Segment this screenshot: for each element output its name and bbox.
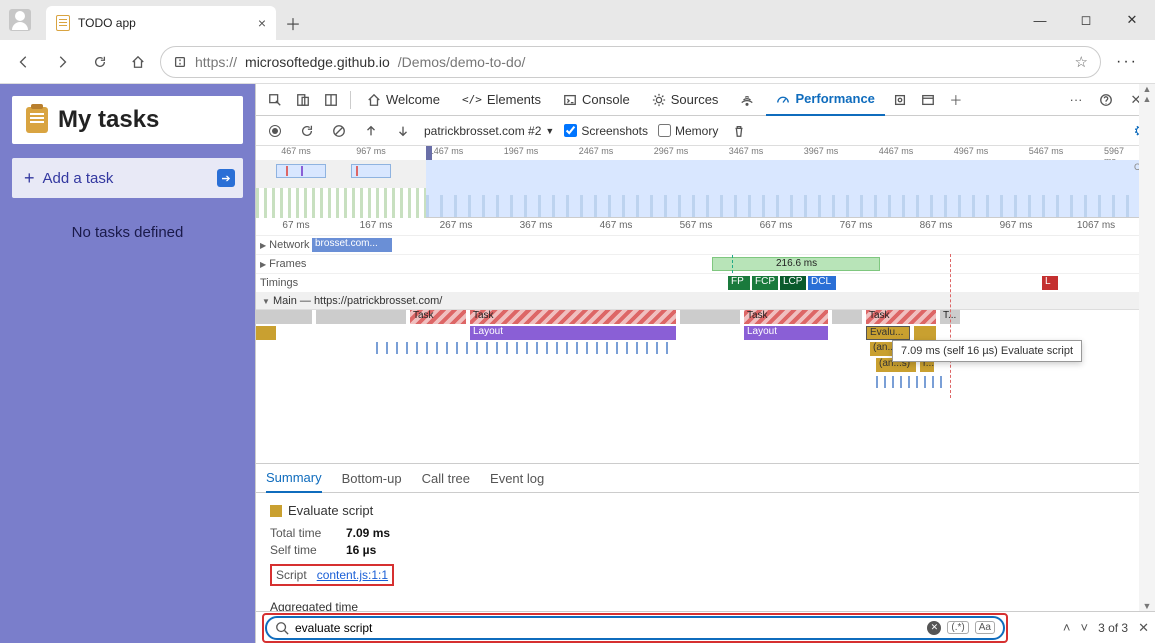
browser-titlebar: TODO app × ＋ — ◻ ✕ — [0, 0, 1155, 40]
search-input[interactable] — [295, 621, 921, 635]
window-maximize-button[interactable]: ◻ — [1063, 0, 1109, 40]
tab-title: TODO app — [78, 16, 250, 30]
case-toggle[interactable]: Aa — [975, 621, 995, 634]
devtools-panel: Welcome </>Elements Console Sources Perf… — [255, 84, 1155, 643]
search-icon — [275, 621, 289, 635]
back-button[interactable] — [8, 46, 40, 78]
devtools-help-icon[interactable] — [1093, 87, 1119, 113]
search-next-button[interactable]: ˅ — [1080, 620, 1088, 635]
search-close-button[interactable]: ✕ — [1138, 620, 1149, 636]
frames-track[interactable]: ▶Frames 216.6 ms — [256, 255, 1155, 274]
summary-tabstrip: Summary Bottom-up Call tree Event log — [256, 463, 1155, 493]
frame-bar[interactable]: 216.6 ms — [712, 257, 880, 271]
tab-summary[interactable]: Summary — [266, 463, 322, 493]
url-field[interactable]: https:// microsoftedge.github.io/Demos/de… — [160, 46, 1101, 78]
search-field-wrapper: ✕ (.*) Aa — [265, 616, 1005, 640]
tab-memory-icon[interactable] — [887, 87, 913, 113]
address-bar: https:// microsoftedge.github.io/Demos/de… — [0, 40, 1155, 84]
regex-toggle[interactable]: (.*) — [947, 621, 968, 634]
main-thread-label[interactable]: ▼ Main — https://patrickbrosset.com/ — [256, 293, 1155, 310]
home-button[interactable] — [122, 46, 154, 78]
tab-close-icon[interactable]: × — [258, 15, 266, 31]
tab-bottom-up[interactable]: Bottom-up — [342, 463, 402, 493]
memory-checkbox[interactable]: Memory — [658, 124, 718, 138]
url-path: /Demos/demo-to-do/ — [398, 54, 526, 70]
upload-button[interactable] — [360, 120, 382, 142]
overview-strip[interactable]: 467 ms 967 ms 1467 ms 1967 ms 2467 ms 29… — [256, 146, 1155, 218]
clear-button[interactable] — [328, 120, 350, 142]
tab-application-icon[interactable] — [915, 87, 941, 113]
dock-side-icon[interactable] — [318, 87, 344, 113]
site-info-icon[interactable] — [173, 55, 187, 69]
device-emulation-icon[interactable] — [290, 87, 316, 113]
tab-favicon — [56, 15, 70, 31]
gc-button[interactable] — [728, 120, 750, 142]
screenshots-checkbox[interactable]: Screenshots — [564, 124, 648, 138]
script-link-row: Script content.js:1:1 — [270, 564, 394, 586]
window-minimize-button[interactable]: — — [1017, 0, 1063, 40]
recording-selector[interactable]: patrickbrosset.com #2▼ — [424, 124, 554, 138]
add-task-button[interactable]: + Add a task ➔ — [12, 158, 243, 198]
refresh-button[interactable] — [84, 46, 116, 78]
network-track[interactable]: ▶Network brosset.com... — [256, 236, 1155, 255]
no-tasks-label: No tasks defined — [12, 224, 243, 241]
tab-welcome[interactable]: Welcome — [357, 84, 450, 116]
record-button[interactable] — [264, 120, 286, 142]
clipboard-icon — [26, 107, 48, 133]
browser-tab[interactable]: TODO app × — [46, 6, 276, 40]
tab-event-log[interactable]: Event log — [490, 463, 544, 493]
favorite-icon[interactable]: ☆ — [1075, 53, 1088, 71]
tab-console[interactable]: Console — [553, 84, 640, 116]
plus-icon: + — [24, 168, 35, 189]
performance-toolbar: patrickbrosset.com #2▼ Screenshots Memor… — [256, 116, 1155, 146]
tab-sources[interactable]: Sources — [642, 84, 729, 116]
search-prev-button[interactable]: ˄ — [1063, 620, 1071, 635]
timings-track[interactable]: Timings FP FCP LCP DCL L — [256, 274, 1155, 293]
inspect-element-icon[interactable] — [262, 87, 288, 113]
devtools-tabstrip: Welcome </>Elements Console Sources Perf… — [256, 84, 1155, 116]
timeline[interactable]: 67 ms 167 ms 267 ms 367 ms 467 ms 567 ms… — [256, 218, 1155, 463]
forward-button[interactable] — [46, 46, 78, 78]
scrollbar[interactable]: ▲▲▼ — [1139, 84, 1155, 611]
todo-app: My tasks + Add a task ➔ No tasks defined — [0, 84, 255, 643]
url-host: microsoftedge.github.io — [245, 54, 390, 70]
tab-elements[interactable]: </>Elements — [452, 84, 551, 116]
summary-title: Evaluate script — [288, 503, 373, 518]
timeline-ruler: 67 ms 167 ms 267 ms 367 ms 467 ms 567 ms… — [256, 218, 1155, 236]
script-link[interactable]: content.js:1:1 — [317, 568, 388, 582]
scripting-swatch — [270, 505, 282, 517]
add-task-label: Add a task — [43, 170, 114, 187]
app-title: My tasks — [58, 106, 159, 134]
app-header: My tasks — [12, 96, 243, 144]
profile-button[interactable] — [0, 0, 40, 40]
submit-arrow-icon[interactable]: ➔ — [217, 169, 235, 187]
add-tab-button[interactable]: ＋ — [943, 87, 969, 113]
tab-performance[interactable]: Performance — [766, 84, 884, 116]
tab-network-icon[interactable] — [730, 84, 764, 116]
devtools-more-button[interactable]: ··· — [1063, 87, 1089, 113]
new-tab-button[interactable]: ＋ — [276, 6, 310, 40]
download-button[interactable] — [392, 120, 414, 142]
search-count: 3 of 3 — [1098, 621, 1128, 635]
clear-search-icon[interactable]: ✕ — [927, 621, 941, 635]
flame-tooltip: 7.09 ms (self 16 µs) Evaluate script — [892, 340, 1082, 362]
url-scheme: https:// — [195, 54, 237, 70]
tab-call-tree[interactable]: Call tree — [422, 463, 470, 493]
browser-more-button[interactable]: ··· — [1107, 53, 1147, 71]
evaluate-script-bar[interactable]: Evalu... — [866, 326, 910, 340]
reload-record-button[interactable] — [296, 120, 318, 142]
search-bar: ✕ (.*) Aa ˄ ˅ 3 of 3 ✕ — [256, 611, 1155, 643]
window-close-button[interactable]: ✕ — [1109, 0, 1155, 40]
flame-chart[interactable]: Task Task Task Task T... Layout Layout E… — [256, 310, 1155, 398]
